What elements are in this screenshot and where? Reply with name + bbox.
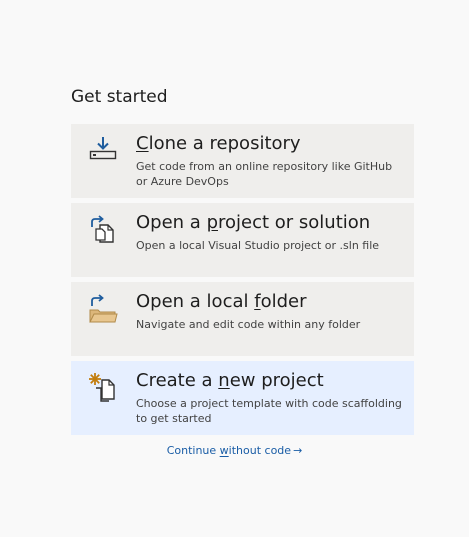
card-description: Open a local Visual Studio project or .s… — [136, 239, 380, 252]
new-project-icon — [87, 371, 119, 403]
continue-without-code-link[interactable]: Continue without code → — [0, 444, 469, 457]
card-title: Open a project or solution — [136, 212, 371, 233]
arrow-right-icon: → — [293, 444, 303, 457]
open-project-icon — [87, 213, 119, 245]
get-started-page: Get started Clone a repository Get code … — [0, 0, 469, 537]
card-title: Open a local folder — [136, 291, 307, 312]
open-folder-icon — [87, 292, 119, 324]
card-title: Clone a repository — [136, 133, 301, 154]
clone-repository-button[interactable]: Clone a repository Get code from an onli… — [71, 124, 414, 198]
page-title: Get started — [71, 87, 168, 107]
card-description: Choose a project template with code scaf… — [136, 397, 402, 425]
download-icon — [87, 134, 119, 166]
create-new-project-button[interactable]: Create a new project Choose a project te… — [71, 361, 414, 435]
open-project-button[interactable]: Open a project or solution Open a local … — [71, 203, 414, 277]
card-description: Get code from an online repository like … — [136, 160, 393, 188]
open-folder-button[interactable]: Open a local folder Navigate and edit co… — [71, 282, 414, 356]
card-description: Navigate and edit code within any folder — [136, 318, 361, 331]
card-title: Create a new project — [136, 370, 324, 391]
